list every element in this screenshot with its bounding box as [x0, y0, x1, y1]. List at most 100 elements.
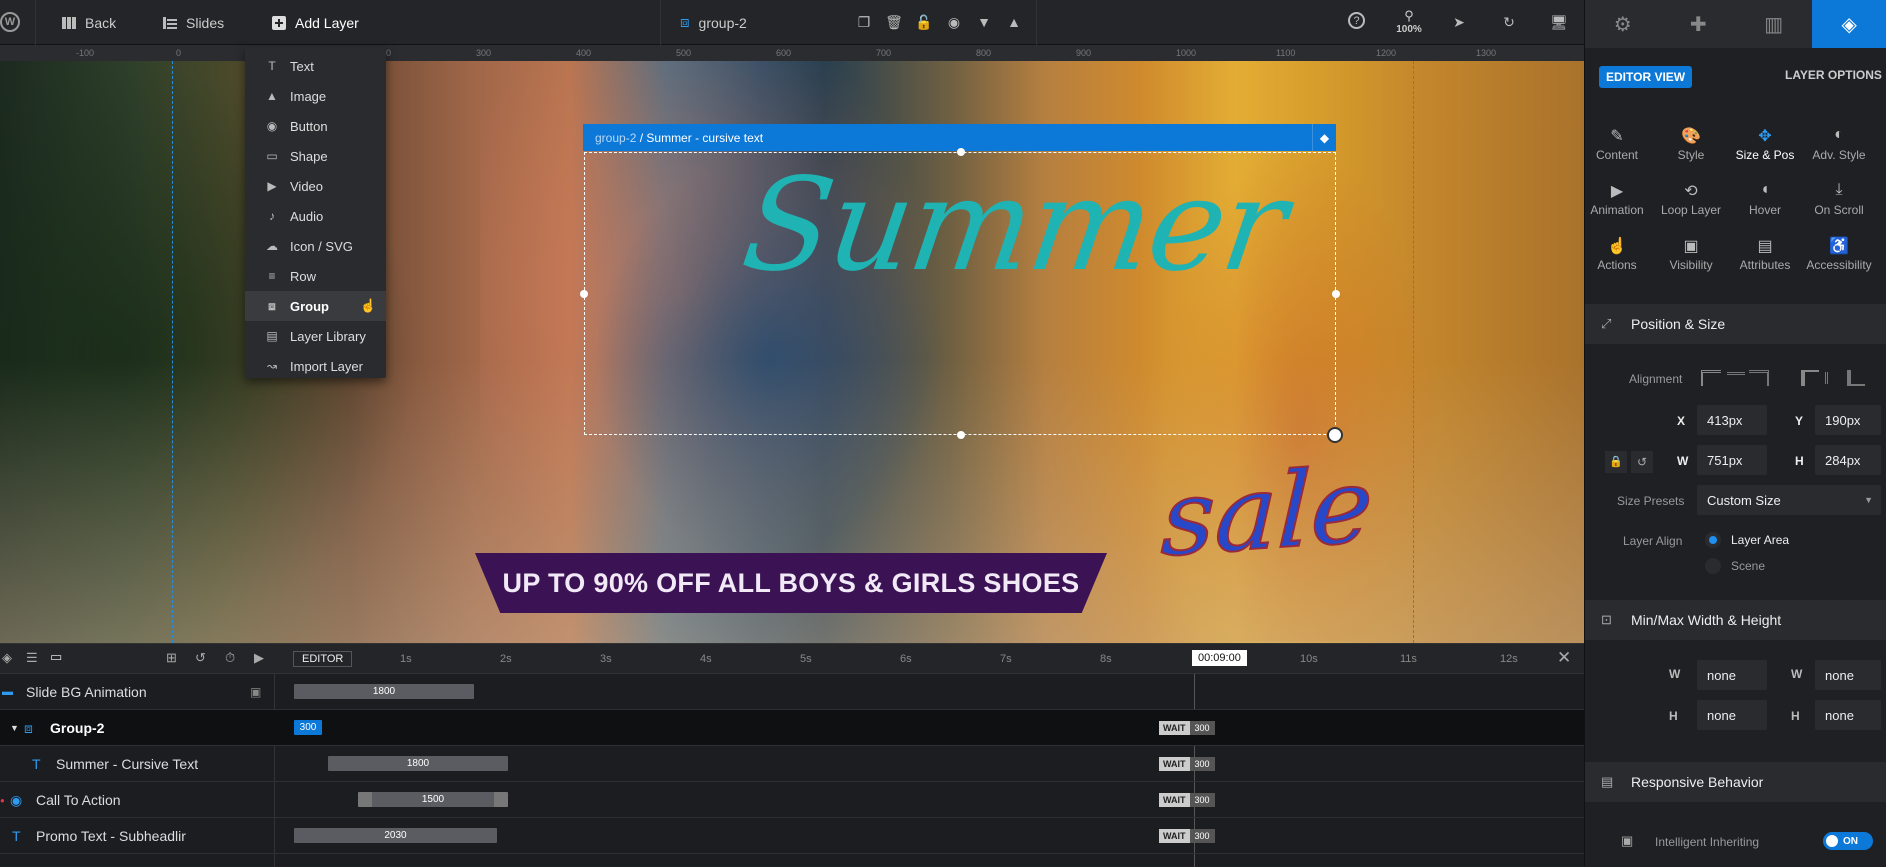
align-top-button[interactable]: [1801, 370, 1819, 386]
menu-item-shape[interactable]: ▭Shape: [245, 141, 386, 171]
pointer-icon[interactable]: ➤: [1449, 12, 1469, 32]
resize-handle[interactable]: [957, 148, 965, 156]
tab-content[interactable]: ✎Content: [1584, 126, 1654, 162]
responsive-section[interactable]: ▤Responsive Behavior: [1585, 762, 1886, 802]
duplicate-icon[interactable]: ❐: [854, 12, 874, 32]
timeline-row[interactable]: ▼ ⧈ Group-2 300 WAIT300: [0, 710, 1584, 746]
menu-item-layer-library[interactable]: ▤Layer Library: [245, 321, 386, 351]
visibility-icon[interactable]: ◉: [944, 12, 964, 32]
menu-item-row[interactable]: ≡Row: [245, 261, 386, 291]
move-down-icon[interactable]: ▼: [974, 12, 994, 32]
align-right-button[interactable]: [1749, 370, 1769, 386]
reset-size-icon[interactable]: ↺: [1631, 451, 1653, 473]
play-icon[interactable]: ▶: [254, 650, 264, 666]
timer-icon[interactable]: ⏱: [225, 650, 235, 666]
settings-tab[interactable]: ⚙: [1585, 0, 1661, 48]
timeline-row[interactable]: ● ◉ Call To Action 1500 WAIT300: [0, 782, 1584, 818]
slides-tab[interactable]: ▥: [1736, 0, 1812, 48]
align-middle-button[interactable]: [1825, 372, 1841, 384]
position-size-section[interactable]: ⤢Position & Size: [1585, 304, 1886, 344]
folder-icon[interactable]: ▭: [50, 649, 62, 665]
breadcrumb-parent[interactable]: group-2: [595, 131, 636, 145]
tab-adv-style[interactable]: ◐Adv. Style: [1802, 126, 1876, 162]
current-layer[interactable]: ⧈ group-2: [680, 0, 747, 45]
tab-accessibility[interactable]: ♿Accessibility: [1802, 236, 1876, 272]
layer-options-label[interactable]: LAYER OPTIONS: [1785, 68, 1882, 82]
menu-item-video[interactable]: ▶Video: [245, 171, 386, 201]
wordpress-icon[interactable]: W: [0, 12, 20, 32]
resize-corner-handle[interactable]: [1327, 427, 1343, 443]
x-input[interactable]: 413px: [1697, 405, 1767, 435]
editor-mode-button[interactable]: EDITOR: [293, 651, 352, 667]
menu-item-audio[interactable]: ♪Audio: [245, 201, 386, 231]
menu-item-image[interactable]: ▲Image: [245, 81, 386, 111]
timeline-bar[interactable]: 300: [294, 720, 322, 735]
add-layer-button[interactable]: Add Layer: [272, 0, 359, 45]
size-presets-select[interactable]: Custom Size ▼: [1697, 485, 1881, 515]
width-input[interactable]: 751px: [1697, 445, 1767, 475]
back-button[interactable]: Back: [62, 0, 116, 45]
desktop-icon[interactable]: 🖥: [1549, 12, 1569, 32]
close-icon[interactable]: ✕: [1557, 648, 1571, 668]
tab-size-pos[interactable]: ✥Size & Pos: [1728, 126, 1802, 162]
scene-radio[interactable]: Scene: [1705, 558, 1765, 574]
menu-item-button[interactable]: ◉Button: [245, 111, 386, 141]
menu-item-group[interactable]: ⧈Group☝: [245, 291, 386, 321]
lock-icon[interactable]: 🔓: [914, 12, 934, 32]
resize-handle[interactable]: [1332, 290, 1340, 298]
slide-canvas[interactable]: Summer sale UP TO 90% OFF ALL BOYS & GIR…: [0, 61, 1584, 643]
timeline-bar[interactable]: 1800: [294, 684, 474, 699]
tab-visibility[interactable]: ▣Visibility: [1654, 236, 1728, 272]
list-icon[interactable]: ☰: [26, 650, 38, 666]
align-center-button[interactable]: [1727, 372, 1745, 384]
min-height-input[interactable]: none: [1697, 700, 1767, 730]
selection-breadcrumb[interactable]: group-2 / Summer - cursive text ◆: [583, 124, 1336, 151]
resize-handle[interactable]: [957, 431, 965, 439]
max-height-input[interactable]: none: [1815, 700, 1881, 730]
min-width-input[interactable]: none: [1697, 660, 1767, 690]
wait-marker[interactable]: WAIT300: [1159, 829, 1215, 843]
current-time[interactable]: 00:09:00: [1192, 650, 1247, 666]
undo-icon[interactable]: ↻: [1499, 12, 1519, 32]
timeline-row[interactable]: ▬ Slide BG Animation ▣ 1800: [0, 674, 1584, 710]
resize-handle[interactable]: [580, 290, 588, 298]
timeline-bar[interactable]: 1500: [358, 792, 508, 807]
reset-icon[interactable]: ↺: [195, 650, 206, 666]
zoom-control[interactable]: ⚲ 100%: [1394, 8, 1424, 35]
sale-text-layer[interactable]: sale: [1159, 444, 1374, 580]
minmax-section[interactable]: ⊡Min/Max Width & Height: [1585, 600, 1886, 640]
timeline-bar[interactable]: 2030: [294, 828, 497, 843]
tab-loop-layer[interactable]: ⟲Loop Layer: [1654, 181, 1728, 217]
tab-on-scroll[interactable]: ⤓On Scroll: [1802, 181, 1876, 217]
timeline-bar[interactable]: 1800: [328, 756, 508, 771]
align-bottom-button[interactable]: [1847, 370, 1865, 386]
caret-down-icon[interactable]: ▼: [10, 710, 19, 746]
grid-toggle-icon[interactable]: ⊞: [166, 650, 177, 666]
editor-view-button[interactable]: EDITOR VIEW: [1599, 66, 1692, 88]
move-up-icon[interactable]: ▲: [1004, 12, 1024, 32]
menu-item-icon-svg[interactable]: ☁Icon / SVG: [245, 231, 386, 261]
tab-actions[interactable]: ☝Actions: [1584, 236, 1654, 272]
tab-hover[interactable]: ◖Hover: [1728, 181, 1802, 217]
height-input[interactable]: 284px: [1815, 445, 1881, 475]
help-icon[interactable]: ?: [1348, 12, 1365, 29]
wait-marker[interactable]: WAIT300: [1159, 757, 1215, 771]
tab-attributes[interactable]: ▤Attributes: [1728, 236, 1802, 272]
menu-item-import-layer[interactable]: ↝Import Layer: [245, 351, 386, 381]
align-left-button[interactable]: [1701, 370, 1721, 386]
tab-style[interactable]: 🎨Style: [1654, 126, 1728, 162]
timeline-row[interactable]: T Promo Text - Subheadlir 2030 WAIT300: [0, 818, 1584, 854]
wait-marker[interactable]: WAIT300: [1159, 793, 1215, 807]
promo-banner-layer[interactable]: UP TO 90% OFF ALL BOYS & GIRLS SHOES: [475, 553, 1107, 613]
layers-icon[interactable]: ◈: [2, 650, 12, 666]
menu-item-text[interactable]: TText: [245, 51, 386, 81]
slides-button[interactable]: Slides: [163, 0, 224, 45]
lock-ratio-icon[interactable]: 🔒: [1605, 451, 1627, 473]
selection-box[interactable]: [584, 152, 1336, 435]
tab-animation[interactable]: ▶Animation: [1584, 181, 1654, 217]
navigation-tab[interactable]: ✚: [1661, 0, 1737, 48]
y-input[interactable]: 190px: [1815, 405, 1881, 435]
wait-marker[interactable]: WAIT300: [1159, 721, 1215, 735]
image-icon[interactable]: ▣: [250, 674, 261, 710]
layers-icon[interactable]: ◆: [1312, 124, 1336, 151]
